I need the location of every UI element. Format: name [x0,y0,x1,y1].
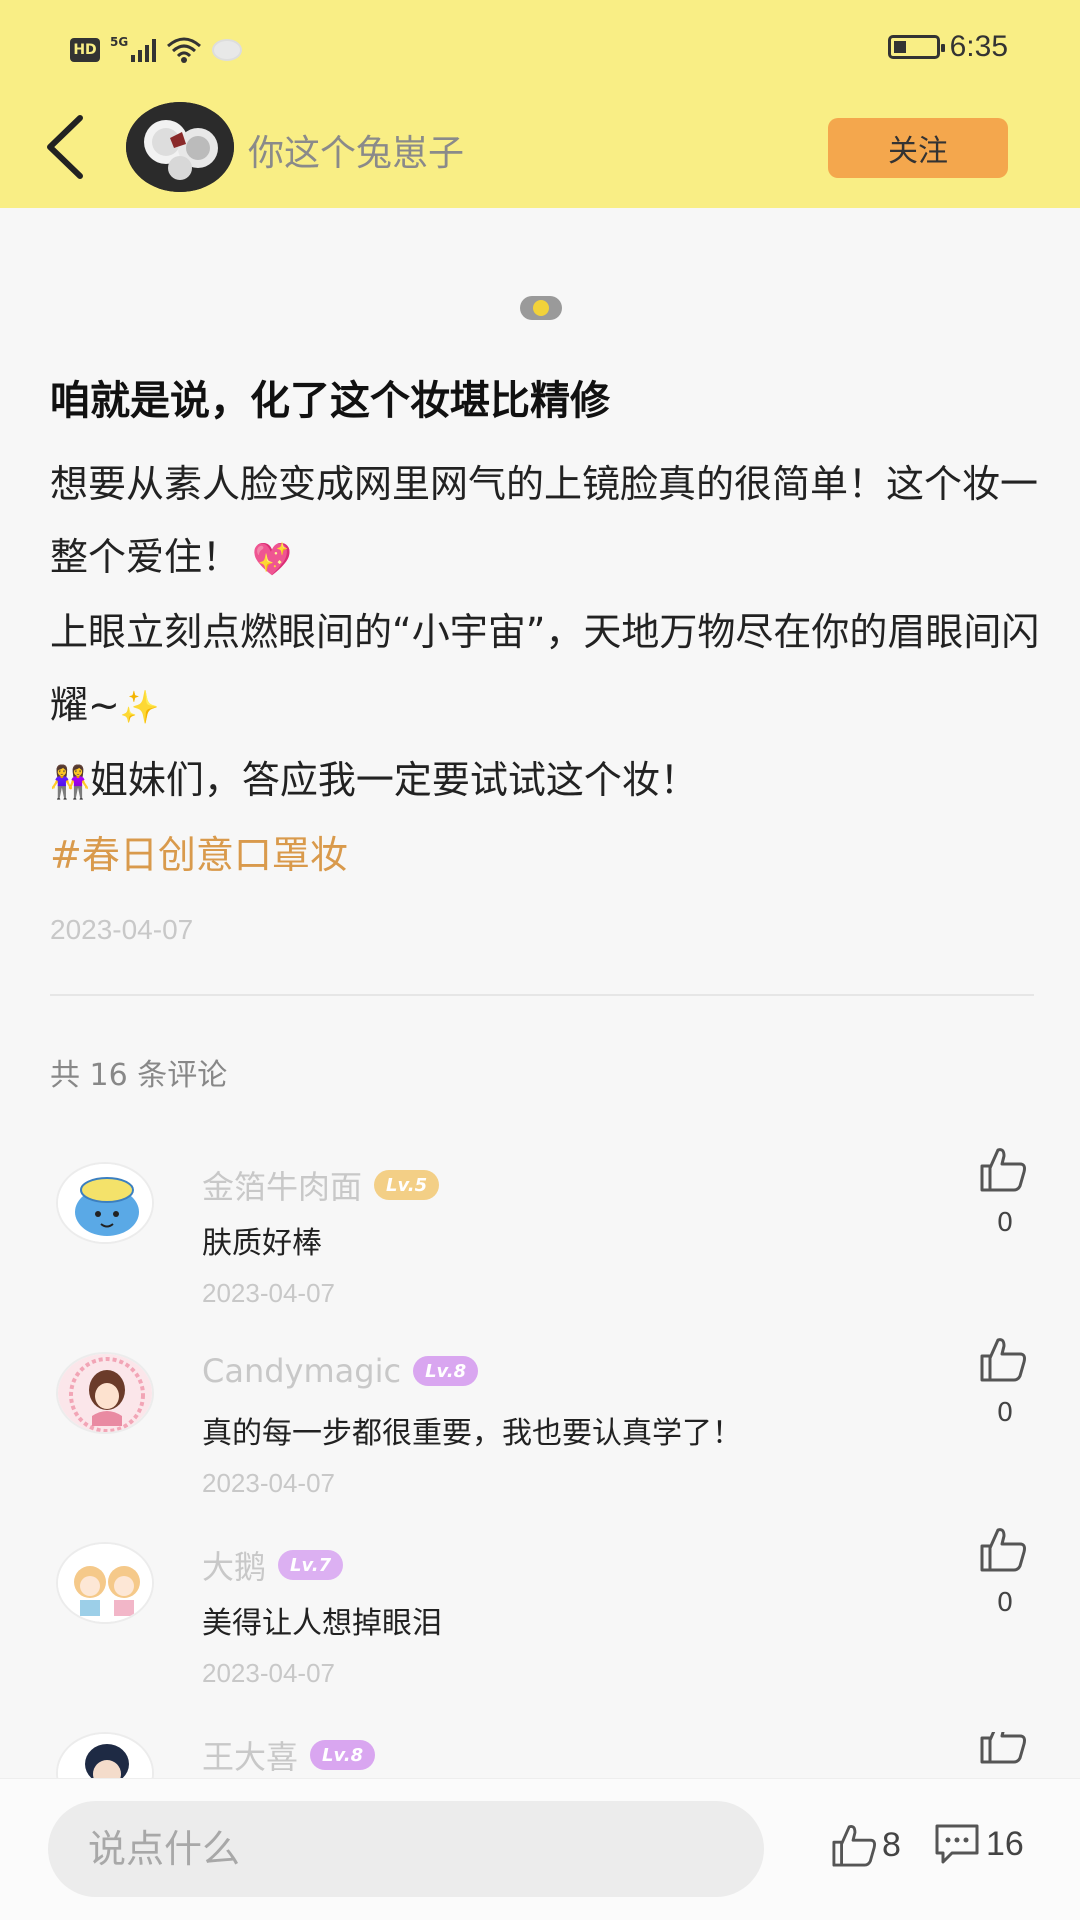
commenter-avatar[interactable] [56,1352,154,1434]
thumbs-up-icon [980,1528,1026,1572]
post-comment-count: 16 [986,1824,1024,1863]
bottom-action-bar: 8 16 [0,1778,1080,1920]
post-date: 2023-04-07 [50,914,194,945]
post-hashtag[interactable]: #春日创意口罩妆 [50,824,348,879]
commenter-avatar[interactable] [56,1162,154,1244]
thumbs-up-icon [832,1825,876,1867]
post-body-line-1: 想要从素人脸变成网里网气的上镜脸真的很简单！这个妆一整个爱住！ [50,462,1039,579]
author-name[interactable]: 你这个兔崽子 [248,124,464,176]
status-right: 6:35 [887,30,1008,64]
comment-like-button[interactable] [978,1526,1034,1576]
comment-date: 2023-04-07 [202,1658,335,1688]
post-content: 咱就是说，化了这个妆堪比精修 想要从素人脸变成网里网气的上镜脸真的很简单！这个妆… [0,208,1080,1778]
commenter-name-row: Candymagic Lv.8 [202,1352,479,1390]
commenter-avatar-image [58,1164,152,1242]
level-badge: Lv.5 [374,1170,440,1200]
thumbs-up-icon [980,1338,1026,1382]
post-title: 咱就是说，化了这个妆堪比精修 [50,378,610,424]
post-body-line-3: 姐妹们，答应我一定要试试这个妆！ [89,758,698,802]
comment-item: 大鹅 Lv.7 美得让人想掉眼泪 2023-04-07 0 [0,1528,1080,1732]
thumbs-up-icon [980,1732,1026,1764]
comment-like-button[interactable] [978,1732,1034,1768]
comment-input[interactable] [48,1801,764,1897]
commenter-avatar[interactable] [56,1732,154,1778]
comment-date: 2023-04-07 [202,1278,335,1308]
follow-button[interactable]: 关注 [828,118,1008,178]
thumbs-up-icon [980,1148,1026,1192]
level-badge: Lv.7 [278,1550,344,1580]
comment-date: 2023-04-07 [202,1468,335,1498]
sparkles-icon: ✨ [119,688,160,726]
post-comment-button[interactable]: 16 [934,1823,1024,1865]
author-avatar[interactable] [126,102,234,192]
commenter-name-row: 大鹅 Lv.7 [202,1542,344,1588]
back-button[interactable] [34,112,94,182]
commenter-name[interactable]: Candymagic [202,1352,401,1390]
comment-like-button[interactable] [978,1146,1034,1196]
battery-icon [887,35,945,59]
speech-bubble-icon [935,1824,979,1864]
comment-count-label: 共 16 条评论 [50,1058,228,1093]
commenter-name[interactable]: 大鹅 [202,1542,266,1588]
comment-item: 王大喜 Lv.8 [0,1732,1080,1778]
comment-item: 金箔牛肉面 Lv.5 肤质好棒 2023-04-07 0 [0,1148,1080,1352]
status-left: HD 5G [70,32,243,68]
commenter-name-row: 王大喜 Lv.8 [202,1732,376,1778]
comment-text: 真的每一步都很重要，我也要认真学了！ [202,1416,742,1451]
heart-icon: 💖 [252,540,292,578]
comment-like-count: 0 [996,1208,1014,1238]
level-badge: Lv.8 [413,1356,479,1386]
network-label: 5G [110,35,129,49]
commenter-avatar-image [58,1734,152,1778]
commenter-name[interactable]: 金箔牛肉面 [202,1162,362,1208]
comment-like-count: 0 [996,1588,1014,1618]
comment-like-button[interactable] [978,1336,1034,1386]
wifi-icon [167,37,202,63]
chevron-left-icon [47,115,83,179]
signal-icon [131,39,157,62]
comment-item: Candymagic Lv.8 真的每一步都很重要，我也要认真学了！ 2023-… [0,1338,1080,1542]
image-page-indicator [520,296,562,320]
commenter-avatar-image [58,1544,152,1622]
post-body-line-2: 上眼立刻点燃眼间的“小宇宙”，天地万物尽在你的眉眼间闪耀~ [50,610,1040,727]
commenter-avatar-image [58,1354,152,1432]
post-body: 想要从素人脸变成网里网气的上镜脸真的很简单！这个妆一整个爱住！ 💖 上眼立刻点燃… [50,448,1060,819]
post-like-count: 8 [882,1825,901,1864]
commenter-name-row: 金箔牛肉面 Lv.5 [202,1162,440,1208]
hd-badge: HD [70,38,100,62]
comment-like-count: 0 [996,1398,1014,1428]
comment-text: 肤质好棒 [202,1226,322,1261]
level-badge: Lv.8 [310,1740,376,1770]
comment-text: 美得让人想掉眼泪 [202,1606,442,1641]
post-like-button[interactable]: 8 [830,1823,901,1867]
status-bar: HD 5G 6:35 [0,0,1080,100]
commenter-name[interactable]: 王大喜 [202,1732,298,1778]
notification-dot-icon [212,39,243,61]
two-women-icon: 👭 [50,763,90,801]
commenter-avatar[interactable] [56,1542,154,1624]
status-time: 6:35 [949,30,1008,63]
divider [50,994,1034,996]
author-avatar-image [126,102,234,192]
top-bar: HD 5G 6:35 你这个兔崽子 关注 [0,0,1080,208]
